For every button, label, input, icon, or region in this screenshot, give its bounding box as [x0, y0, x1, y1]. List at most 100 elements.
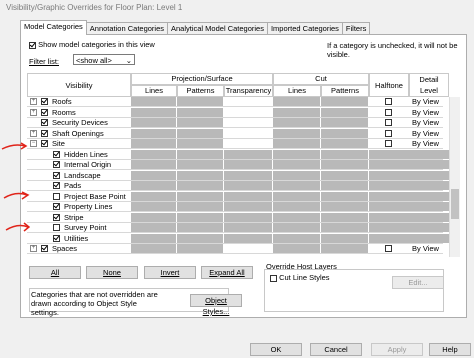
projection-lines-cell[interactable] — [131, 191, 176, 201]
halftone-checkbox[interactable] — [385, 140, 392, 147]
help-button[interactable]: Help — [429, 343, 471, 356]
projection-patterns-cell[interactable] — [177, 202, 223, 211]
projection-lines-cell[interactable] — [131, 233, 176, 243]
cut-patterns-cell[interactable] — [321, 212, 368, 222]
tab-model-categories[interactable]: Model Categories — [20, 20, 87, 35]
visibility-checkbox[interactable] — [41, 98, 48, 105]
transparency-cell[interactable] — [224, 233, 272, 243]
halftone-checkbox[interactable] — [385, 129, 392, 137]
cut-lines-cell[interactable] — [273, 244, 320, 253]
detail-level-cell[interactable] — [409, 212, 449, 222]
projection-lines-cell[interactable] — [131, 170, 176, 180]
transparency-cell[interactable] — [224, 129, 272, 138]
projection-lines-cell[interactable] — [131, 212, 176, 222]
cut-lines-cell[interactable] — [273, 97, 320, 106]
transparency-cell[interactable] — [224, 181, 272, 190]
halftone-cell[interactable] — [369, 139, 409, 148]
transparency-cell[interactable] — [224, 191, 272, 201]
table-row[interactable]: + Spaces By View — [27, 244, 443, 254]
visibility-checkbox[interactable] — [41, 108, 48, 116]
cut-line-styles-checkbox[interactable] — [270, 274, 277, 282]
halftone-checkbox[interactable] — [385, 119, 392, 126]
projection-lines-cell[interactable] — [131, 149, 176, 159]
detail-level-cell[interactable] — [409, 160, 449, 169]
projection-patterns-cell[interactable] — [177, 97, 223, 106]
halftone-cell[interactable] — [369, 160, 409, 169]
cut-patterns-cell[interactable] — [321, 118, 368, 127]
halftone-cell[interactable] — [369, 244, 409, 253]
table-row[interactable]: Hidden Lines — [27, 149, 449, 160]
projection-lines-cell[interactable] — [131, 223, 176, 232]
cut-lines-cell[interactable] — [273, 191, 320, 201]
projection-patterns-cell[interactable] — [177, 191, 223, 201]
vertical-scrollbar[interactable] — [449, 97, 460, 257]
cut-patterns-cell[interactable] — [321, 223, 368, 232]
projection-patterns-cell[interactable] — [177, 128, 223, 138]
projection-patterns-cell[interactable] — [177, 107, 223, 117]
projection-patterns-cell[interactable] — [177, 181, 223, 190]
cut-lines-cell[interactable] — [273, 118, 320, 127]
projection-patterns-cell[interactable] — [177, 149, 223, 159]
table-row[interactable]: Security Devices By View — [27, 118, 443, 128]
cut-lines-cell[interactable] — [273, 107, 320, 117]
detail-level-cell[interactable]: By View — [409, 108, 449, 117]
table-row[interactable]: Property Lines — [27, 202, 449, 212]
transparency-cell[interactable] — [224, 160, 272, 169]
detail-level-cell[interactable] — [409, 170, 449, 180]
projection-patterns-cell[interactable] — [177, 118, 223, 127]
visibility-checkbox[interactable] — [53, 171, 60, 179]
halftone-cell[interactable] — [369, 97, 409, 106]
none-button[interactable]: None — [86, 266, 138, 279]
halftone-cell[interactable] — [369, 233, 409, 243]
projection-lines-cell[interactable] — [131, 244, 176, 253]
cut-patterns-cell[interactable] — [321, 107, 368, 117]
table-row[interactable]: − Site By View — [27, 139, 443, 149]
ok-button[interactable]: OK — [250, 343, 302, 356]
projection-patterns-cell[interactable] — [177, 212, 223, 222]
projection-lines-cell[interactable] — [131, 107, 176, 117]
transparency-cell[interactable] — [224, 118, 272, 127]
expand-icon[interactable]: + — [30, 98, 37, 105]
cut-lines-cell[interactable] — [273, 202, 320, 211]
transparency-cell[interactable] — [224, 149, 272, 159]
filter-list-select[interactable]: <show all> ⌄ — [73, 54, 135, 65]
cut-lines-cell[interactable] — [273, 233, 320, 243]
cut-patterns-cell[interactable] — [321, 170, 368, 180]
visibility-checkbox[interactable] — [41, 140, 48, 147]
projection-patterns-cell[interactable] — [177, 170, 223, 180]
table-row[interactable]: Survey Point — [27, 223, 449, 233]
visibility-checkbox[interactable] — [53, 203, 60, 210]
visibility-checkbox[interactable] — [41, 129, 48, 137]
halftone-checkbox[interactable] — [385, 108, 392, 116]
collapse-icon[interactable]: − — [30, 140, 37, 147]
projection-lines-cell[interactable] — [131, 202, 176, 211]
detail-level-cell[interactable] — [409, 191, 449, 201]
cut-lines-cell[interactable] — [273, 139, 320, 148]
halftone-cell[interactable] — [369, 170, 409, 180]
halftone-cell[interactable] — [369, 149, 409, 159]
table-row[interactable]: Pads — [27, 181, 449, 191]
projection-lines-cell[interactable] — [131, 160, 176, 169]
table-row[interactable]: Project Base Point — [27, 191, 449, 202]
object-styles-button[interactable]: Object Styles... — [190, 294, 242, 316]
transparency-cell[interactable] — [224, 223, 272, 232]
scrollbar-thumb[interactable] — [451, 189, 459, 219]
expand-all-button[interactable]: Expand All — [201, 266, 253, 279]
projection-patterns-cell[interactable] — [177, 244, 223, 253]
transparency-cell[interactable] — [224, 108, 272, 117]
table-row[interactable]: Utilities — [27, 233, 449, 244]
halftone-cell[interactable] — [369, 202, 409, 211]
cut-patterns-cell[interactable] — [321, 128, 368, 138]
cut-lines-cell[interactable] — [273, 149, 320, 159]
transparency-cell[interactable] — [224, 212, 272, 222]
edit-button[interactable]: Edit... — [392, 276, 444, 289]
projection-patterns-cell[interactable] — [177, 233, 223, 243]
cut-patterns-cell[interactable] — [321, 244, 368, 253]
visibility-checkbox[interactable] — [53, 213, 60, 221]
expand-icon[interactable]: + — [30, 108, 37, 116]
cut-patterns-cell[interactable] — [321, 149, 368, 159]
cut-patterns-cell[interactable] — [321, 202, 368, 211]
cut-patterns-cell[interactable] — [321, 139, 368, 148]
halftone-cell[interactable] — [369, 223, 409, 232]
transparency-cell[interactable] — [224, 170, 272, 180]
